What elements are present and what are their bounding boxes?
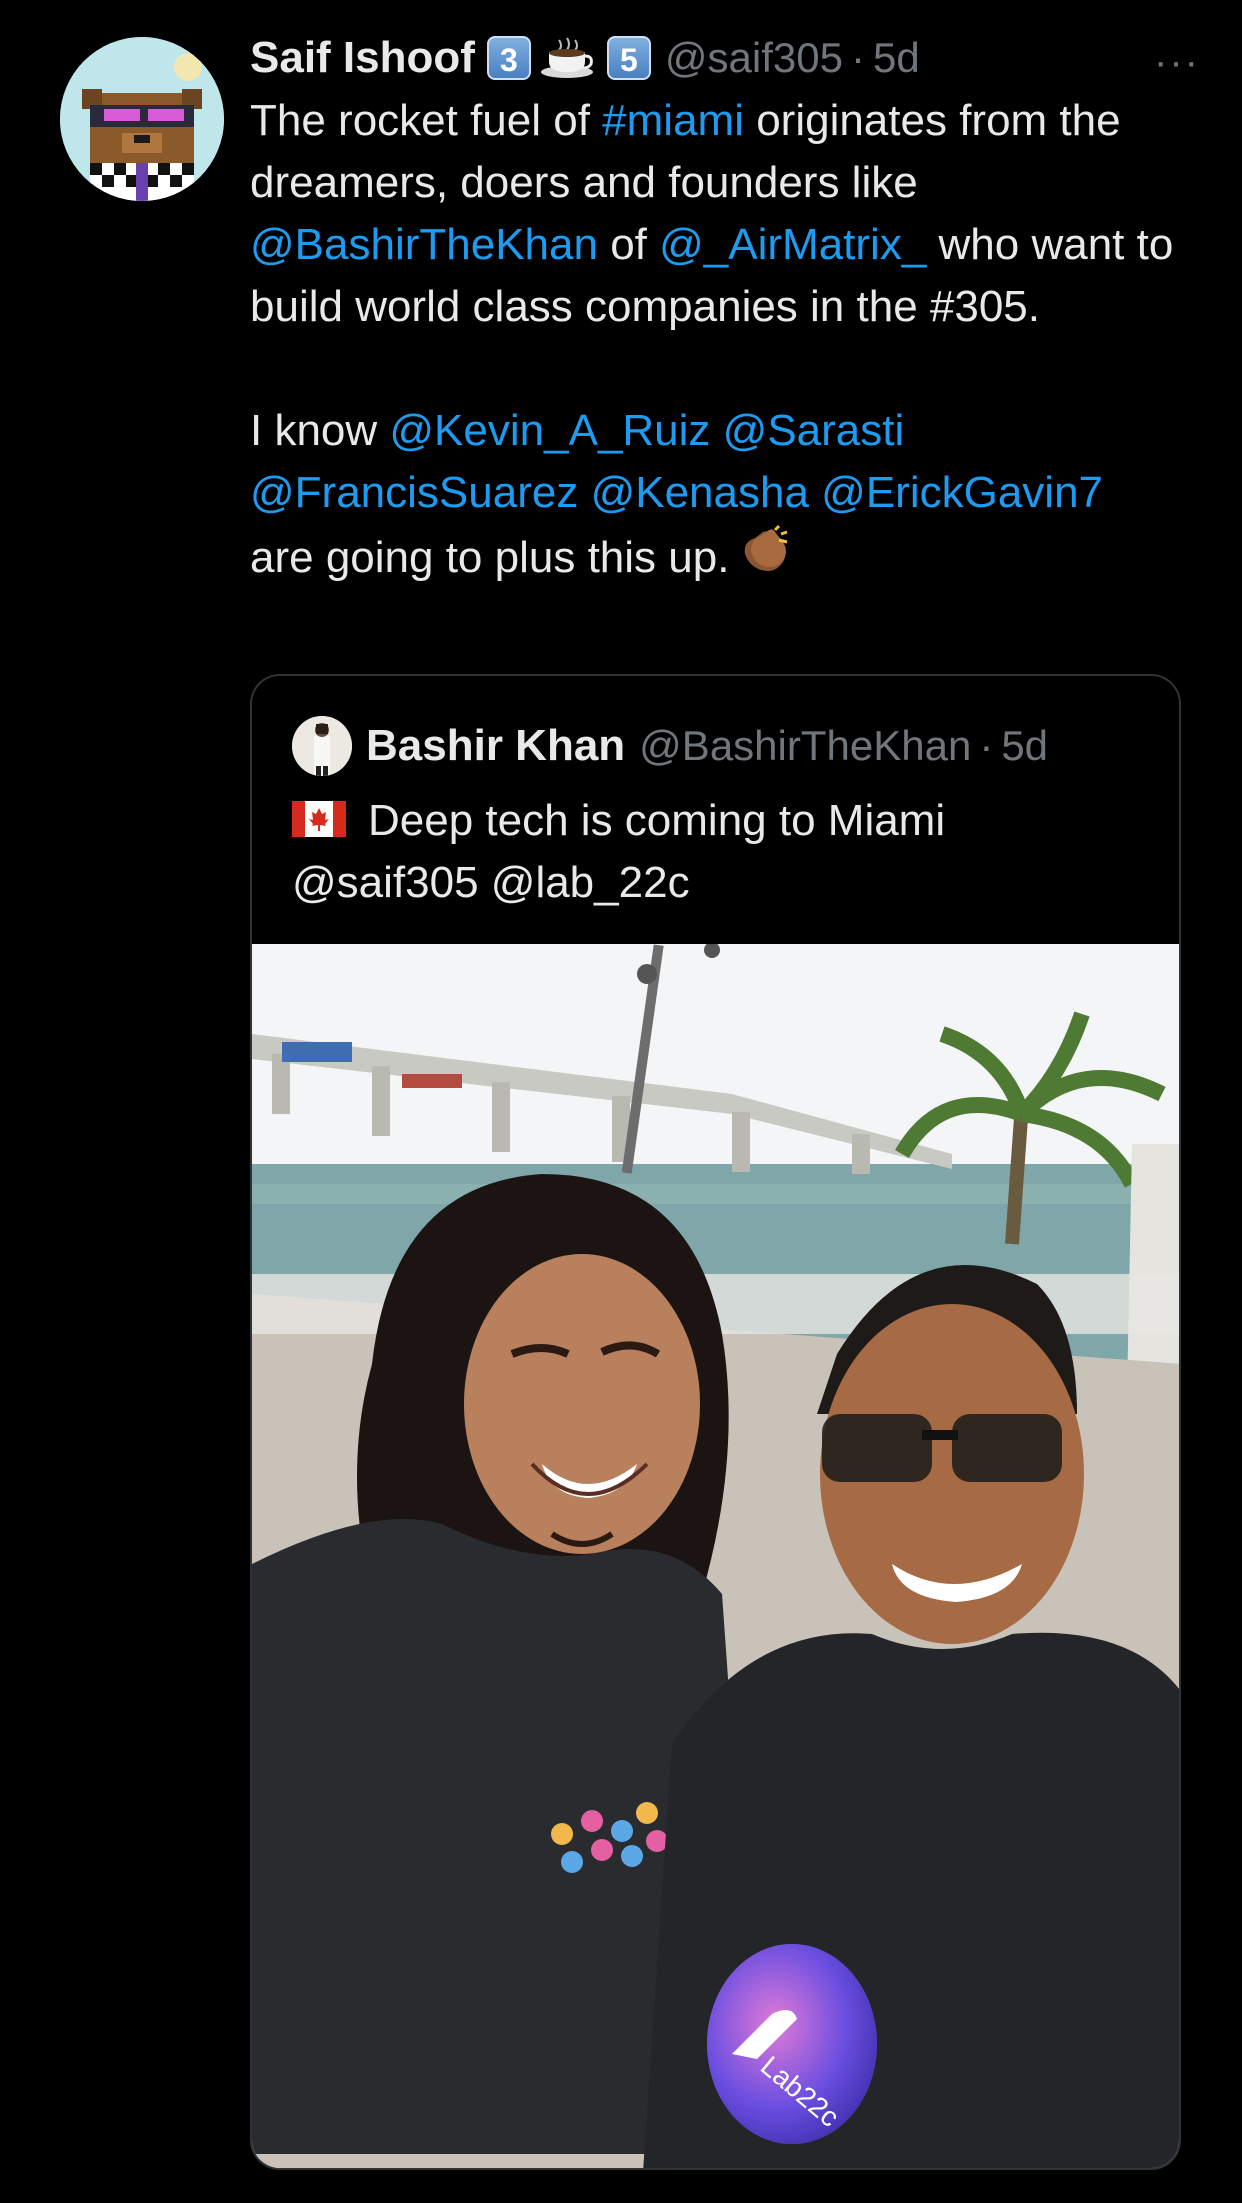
- mention-airmatrix[interactable]: @_AirMatrix_: [659, 220, 926, 269]
- quoted-author-handle[interactable]: @BashirTheKhan: [639, 722, 971, 770]
- mention-sarasti[interactable]: @Sarasti: [723, 406, 905, 455]
- mention-bashirthekhan[interactable]: @BashirTheKhan: [250, 220, 598, 269]
- hashtag-miami[interactable]: #miami: [602, 96, 744, 145]
- canada-flag-icon: [292, 792, 346, 837]
- text-segment: of: [597, 220, 660, 269]
- tweet-text: The rocket fuel of #miami originates fro…: [250, 90, 1200, 589]
- separator-dot: ·: [850, 34, 865, 81]
- tweet-header: Saif Ishoof 3 5 @saif305 · 5d ···: [250, 28, 1198, 88]
- separator-dot: ·: [979, 722, 994, 769]
- author-handle[interactable]: @saif305: [665, 34, 843, 82]
- author-avatar[interactable]: [60, 37, 224, 201]
- mention-erickgavin7[interactable]: @ErickGavin7: [821, 468, 1103, 517]
- keycap-three-icon: 3: [486, 36, 531, 80]
- text-segment: I know: [250, 406, 390, 455]
- quoted-tweet-card[interactable]: Bashir Khan @BashirTheKhan · 5d Deep tec…: [250, 674, 1181, 2170]
- quoted-tweet-header: Bashir Khan @BashirTheKhan · 5d: [292, 716, 1048, 776]
- mention-kevin-a-ruiz[interactable]: @Kevin_A_Ruiz: [389, 406, 710, 455]
- quoted-tweet-time[interactable]: 5d: [1001, 722, 1048, 770]
- text-segment: The rocket fuel of: [250, 96, 603, 145]
- more-horizontal-icon[interactable]: ···: [1154, 40, 1200, 85]
- mention-kenasha[interactable]: @Kenasha: [591, 468, 809, 517]
- author-name[interactable]: Saif Ishoof: [250, 33, 475, 83]
- mention-francissuarez[interactable]: @FrancisSuarez: [250, 468, 578, 517]
- quoted-tweet-text: Deep tech is coming to Miami @saif305 @l…: [292, 790, 945, 914]
- quoted-author-avatar[interactable]: [292, 716, 352, 776]
- clapping-hands-icon: [735, 524, 791, 580]
- quoted-text-line2[interactable]: @saif305 @lab_22c: [292, 858, 690, 907]
- tweet: Saif Ishoof 3 5 @saif305 · 5d ··· The ro…: [250, 28, 1198, 589]
- tweet-time[interactable]: 5d: [873, 34, 920, 82]
- coffee-icon: [540, 36, 595, 80]
- quoted-author-name[interactable]: Bashir Khan: [366, 721, 625, 771]
- keycap-five-icon: 5: [606, 36, 651, 80]
- quoted-text-line1: Deep tech is coming to Miami: [368, 796, 946, 845]
- quoted-tweet-photo[interactable]: Lab22c: [252, 942, 1179, 2168]
- text-segment: are going to plus this up.: [250, 533, 730, 582]
